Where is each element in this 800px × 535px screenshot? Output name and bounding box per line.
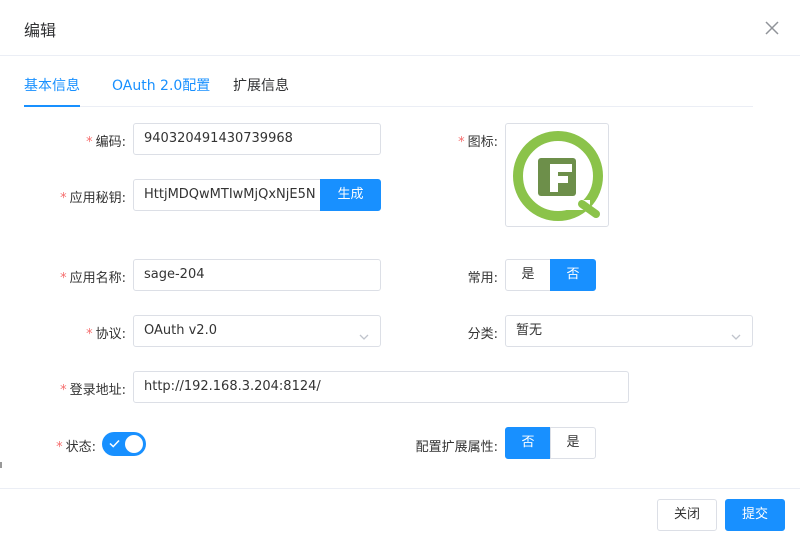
- icon-label: * 图标:: [458, 135, 498, 150]
- switch-knob: [125, 435, 143, 453]
- dialog-header: 编辑: [0, 0, 800, 56]
- chevron-down-icon: [358, 325, 370, 340]
- edit-dialog: 编辑 基本信息 OAuth 2.0配置 扩展信息 * 编码: 9403204914…: [0, 0, 800, 535]
- app-name-input[interactable]: sage-204: [133, 259, 381, 291]
- app-name-label: * 应用名称:: [60, 271, 126, 286]
- login-url-input[interactable]: http://192.168.3.204:8124/: [133, 371, 629, 403]
- protocol-value: OAuth v2.0: [144, 323, 217, 338]
- category-select[interactable]: 暂无: [505, 315, 753, 347]
- code-input[interactable]: 940320491430739968: [133, 123, 381, 155]
- secret-input[interactable]: HttjMDQwMTIwMjQxNjE5N: [133, 179, 322, 211]
- chevron-down-icon: [730, 325, 742, 340]
- category-label: 分类:: [467, 327, 498, 342]
- protocol-label: * 协议:: [86, 327, 126, 342]
- tab-oauth-config[interactable]: OAuth 2.0配置: [112, 75, 210, 95]
- close-button[interactable]: 关闭: [657, 499, 717, 531]
- tab-extension-info[interactable]: 扩展信息: [233, 75, 289, 95]
- common-no-button[interactable]: 否: [550, 259, 596, 291]
- check-icon: [108, 437, 121, 450]
- login-url-label: * 登录地址:: [60, 383, 126, 398]
- submit-button[interactable]: 提交: [725, 499, 785, 531]
- common-yes-button[interactable]: 是: [505, 259, 551, 291]
- status-label: * 状态:: [56, 440, 96, 455]
- ext-attr-no-button[interactable]: 否: [505, 427, 551, 459]
- dialog-title: 编辑: [24, 21, 57, 40]
- ext-attr-yes-button[interactable]: 是: [550, 427, 596, 459]
- category-value: 暂无: [516, 323, 543, 338]
- status-switch[interactable]: [102, 432, 146, 456]
- tab-basic-info[interactable]: 基本信息: [24, 75, 80, 95]
- footer-divider: [0, 488, 800, 489]
- tab-active-indicator: [24, 105, 80, 107]
- ext-attr-label: 配置扩展属性:: [415, 440, 498, 455]
- edge-marker: [0, 462, 2, 468]
- generate-button[interactable]: 生成: [320, 179, 381, 211]
- app-logo-icon: [513, 131, 603, 221]
- close-icon[interactable]: [762, 18, 782, 38]
- secret-label: * 应用秘钥:: [60, 191, 126, 206]
- protocol-select[interactable]: OAuth v2.0: [133, 315, 381, 347]
- app-icon-upload[interactable]: [505, 123, 609, 227]
- tab-bar: 基本信息 OAuth 2.0配置 扩展信息: [24, 56, 753, 107]
- code-label: * 编码:: [86, 135, 126, 150]
- common-label: 常用:: [467, 271, 498, 286]
